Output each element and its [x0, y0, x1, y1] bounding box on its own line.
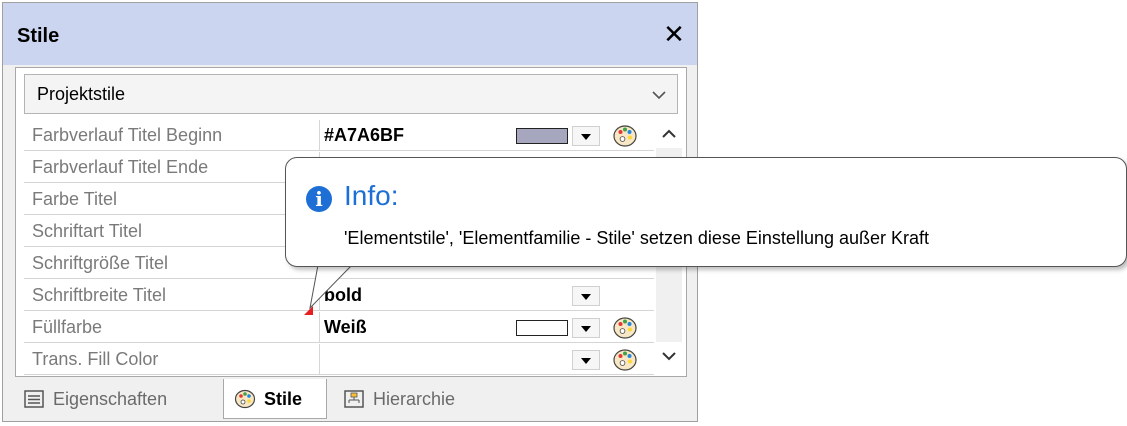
hierarchy-icon: [344, 390, 364, 408]
property-name: Füllfarbe: [24, 312, 320, 343]
panel-tabbar: Eigenschaften Stile Hierarchie: [3, 379, 697, 421]
info-message: 'Elementstile', 'Elementfamilie - Stile'…: [344, 228, 930, 248]
property-name: Farbverlauf Titel Ende: [24, 152, 320, 183]
scroll-up-icon[interactable]: [656, 120, 682, 148]
chevron-down-icon: [652, 91, 666, 100]
info-icon: i: [306, 186, 332, 212]
property-value-cell[interactable]: Weiß: [320, 312, 654, 343]
tab-label: Stile: [264, 389, 303, 409]
style-scope-selected: Projektstile: [37, 84, 126, 104]
property-value: bold: [324, 285, 362, 305]
dropdown-arrow-icon[interactable]: [572, 350, 600, 370]
properties-icon: [24, 390, 44, 408]
dropdown-arrow-icon[interactable]: [572, 126, 600, 146]
property-name: Schriftart Titel: [24, 216, 320, 247]
property-name: Trans. Fill Color: [24, 344, 320, 375]
property-name: Farbverlauf Titel Beginn: [24, 120, 320, 151]
color-swatch: [516, 320, 568, 336]
property-row[interactable]: Schriftbreite Titel bold: [24, 280, 654, 312]
dropdown-arrow-icon[interactable]: [572, 286, 600, 306]
dropdown-arrow-icon[interactable]: [572, 318, 600, 338]
color-swatch: [516, 128, 568, 144]
tab-label: Eigenschaften: [53, 389, 168, 409]
property-row[interactable]: Farbverlauf Titel Beginn #A7A6BF: [24, 120, 654, 152]
overridden-marker: [304, 306, 313, 315]
palette-icon: [234, 389, 256, 409]
property-name: Farbe Titel: [24, 184, 320, 215]
property-value-cell[interactable]: bold: [320, 280, 654, 311]
property-value-cell[interactable]: #A7A6BF: [320, 120, 654, 151]
info-tooltip: i Info: 'Elementstile', 'Elementfamilie …: [285, 157, 1127, 267]
close-icon[interactable]: ✕: [659, 19, 689, 49]
property-name: Schriftgröße Titel: [24, 248, 320, 279]
info-title: Info:: [344, 180, 399, 211]
property-row[interactable]: Trans. Fill Color: [24, 344, 654, 376]
tab-eigenschaften[interactable]: Eigenschaften: [13, 379, 213, 419]
tab-hierarchie[interactable]: Hierarchie: [333, 379, 493, 419]
palette-icon[interactable]: [612, 347, 638, 373]
style-scope-dropdown[interactable]: Projektstile: [24, 74, 678, 114]
tab-stile[interactable]: Stile: [223, 379, 327, 419]
palette-icon[interactable]: [612, 315, 638, 341]
property-value-cell[interactable]: [320, 344, 654, 375]
scroll-down-icon[interactable]: [656, 342, 682, 370]
property-row[interactable]: Füllfarbe Weiß: [24, 312, 654, 344]
property-value: Weiß: [324, 317, 367, 337]
property-value: #A7A6BF: [324, 125, 405, 145]
panel-titlebar: Stile ✕: [3, 3, 697, 65]
palette-icon[interactable]: [612, 123, 638, 149]
tab-label: Hierarchie: [373, 389, 456, 409]
panel-title: Stile: [17, 25, 60, 47]
property-name: Schriftbreite Titel: [24, 280, 320, 311]
